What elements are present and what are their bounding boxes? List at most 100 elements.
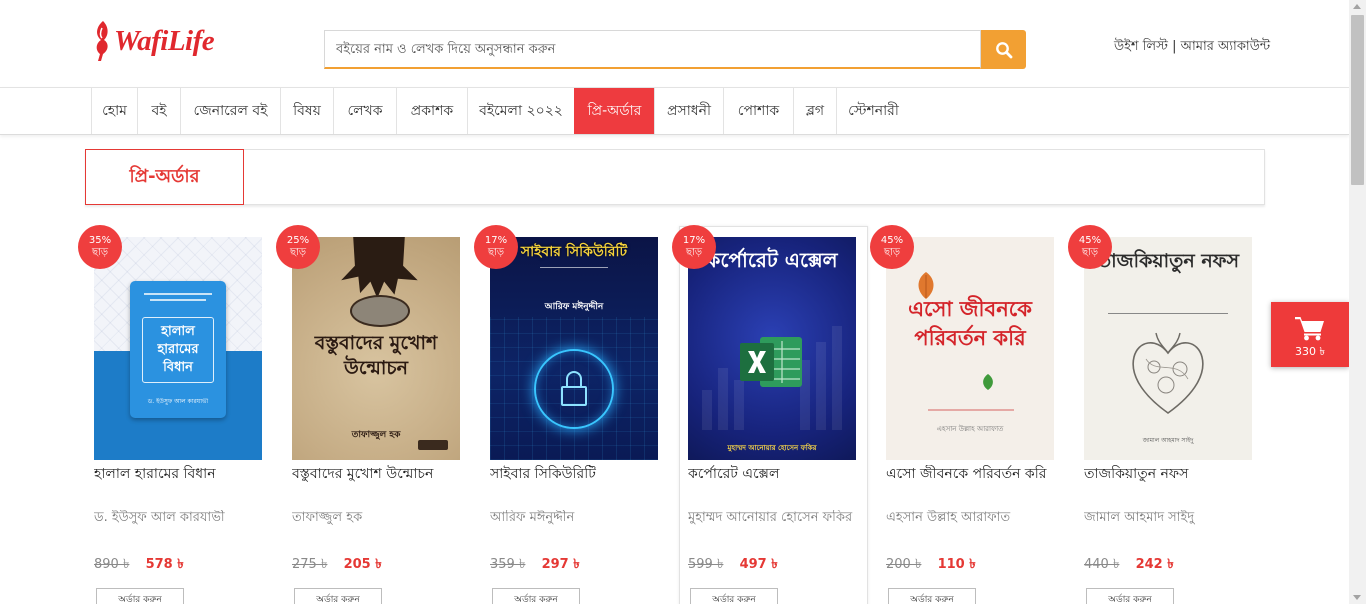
- old-price: 359 ৳: [490, 557, 526, 572]
- my-account-link[interactable]: আমার অ্যাকাউন্ট: [1181, 39, 1270, 54]
- nav-item-clothing[interactable]: পোশাক: [723, 88, 793, 134]
- logo-text: WafiLife: [114, 24, 215, 57]
- order-button[interactable]: অর্ডার করুন: [888, 588, 976, 604]
- sale-price: 497 ৳: [739, 557, 778, 572]
- product-author[interactable]: ড. ইউসুফ আল কারযাভী: [94, 510, 274, 526]
- product-card[interactable]: হালাল হারামের বিধান ড. ইউসুফ আল কারযাভী …: [78, 225, 274, 604]
- old-price: 200 ৳: [886, 557, 922, 572]
- discount-badge: 45% ছাড়: [870, 225, 914, 269]
- order-button[interactable]: অর্ডার করুন: [294, 588, 382, 604]
- discount-label: ছাড়: [685, 247, 703, 258]
- old-price: 440 ৳: [1084, 557, 1120, 572]
- product-title[interactable]: সাইবার সিকিউরিটি: [490, 465, 670, 483]
- scroll-up-arrow-icon[interactable]: [1353, 4, 1361, 9]
- nav-item-blog[interactable]: ব্লগ: [793, 88, 836, 134]
- floating-cart[interactable]: 330 ৳: [1271, 302, 1349, 367]
- search-button[interactable]: [981, 30, 1026, 69]
- discount-badge: 45% ছাড়: [1068, 225, 1112, 269]
- site-logo[interactable]: WafiLife: [92, 16, 215, 66]
- cover-chart-bar: [702, 390, 712, 430]
- order-button[interactable]: অর্ডার করুন: [96, 588, 184, 604]
- cover-author: এহসান উল্লাহ আরাফাত: [936, 425, 1004, 433]
- vertical-scrollbar[interactable]: [1349, 0, 1366, 604]
- book-cover-image[interactable]: হালাল হারামের বিধান ড. ইউসুফ আল কারযাভী: [94, 237, 262, 460]
- nav-item-cosmetics[interactable]: প্রসাধনী: [654, 88, 723, 134]
- cover-title-panel: হালাল হারামের বিধান ড. ইউসুফ আল কারযাভী: [130, 281, 226, 418]
- scrollbar-thumb[interactable]: [1351, 15, 1364, 185]
- discount-badge: 35% ছাড়: [78, 225, 122, 269]
- product-author[interactable]: জামাল আহমাদ সাইদু: [1084, 510, 1264, 526]
- book-cover-image[interactable]: তাজকিয়াতুন নফস জামাল আহমাদ সাইদু: [1084, 237, 1252, 460]
- cover-title: এসো জীবনকে পরিবর্তন করি: [908, 297, 1032, 350]
- cover-title-frame: হালাল হারামের বিধান: [142, 317, 214, 383]
- publisher-logo: [418, 440, 448, 450]
- cover-divider: [540, 267, 608, 268]
- order-button[interactable]: অর্ডার করুন: [1086, 588, 1174, 604]
- discount-label: ছাড়: [289, 247, 307, 258]
- price-row: 890 ৳ 578 ৳: [94, 556, 184, 573]
- cover-title: কর্পোরেট এক্সেল: [706, 248, 838, 272]
- cover-mask-illustration: [350, 295, 410, 327]
- product-author[interactable]: মুহাম্মদ আনোয়ার হোসেন ফকির: [688, 510, 868, 526]
- cover-chart-bar: [718, 368, 728, 430]
- nav-item-stationery[interactable]: স্টেশনারী: [836, 88, 910, 134]
- lock-icon: [534, 349, 614, 429]
- product-title[interactable]: তাজকিয়াতুন নফস: [1084, 465, 1264, 483]
- discount-percent: 17%: [484, 235, 508, 246]
- nav-item-authors[interactable]: লেখক: [333, 88, 396, 134]
- search-bar: [324, 30, 1026, 69]
- book-cover-image[interactable]: কর্পোরেট এক্সেল মুহাম্মদ আনোয়ার হোসেন ফ…: [688, 237, 856, 460]
- wishlist-link[interactable]: উইশ লিস্ট: [1114, 39, 1168, 54]
- product-author[interactable]: এহসান উল্লাহ আরাফাত: [886, 510, 1066, 526]
- discount-percent: 17%: [682, 235, 706, 246]
- discount-percent: 45%: [880, 235, 904, 246]
- discount-percent: 25%: [286, 235, 310, 246]
- cover-author: জামাল আহমাদ সাইদু: [1142, 437, 1194, 444]
- price-row: 359 ৳ 297 ৳: [490, 556, 580, 573]
- account-links: উইশ লিস্ট | আমার অ্যাকাউন্ট: [1114, 39, 1270, 55]
- discount-percent: 35%: [88, 235, 112, 246]
- old-price: 599 ৳: [688, 557, 724, 572]
- product-title[interactable]: কর্পোরেট এক্সেল: [688, 465, 868, 483]
- product-card[interactable]: তাজকিয়াতুন নফস জামাল আহমাদ সাইদু 45% ছা…: [1068, 225, 1264, 604]
- nav-item-subjects[interactable]: বিষয়: [280, 88, 333, 134]
- product-title[interactable]: বস্তুবাদের মুখোশ উন্মোচন: [292, 465, 472, 483]
- book-cover-image[interactable]: বস্তুবাদের মুখোশ উন্মোচন তাফাজ্জুল হক: [292, 237, 460, 460]
- product-title[interactable]: এসো জীবনকে পরিবর্তন করি: [886, 465, 1066, 483]
- product-card[interactable]: বস্তুবাদের মুখোশ উন্মোচন তাফাজ্জুল হক 25…: [276, 225, 472, 604]
- nav-item-books[interactable]: বই: [137, 88, 180, 134]
- order-button[interactable]: অর্ডার করুন: [492, 588, 580, 604]
- book-cover-image[interactable]: এসো জীবনকে পরিবর্তন করি এহসান উল্লাহ আরা…: [886, 237, 1054, 460]
- price-row: 599 ৳ 497 ৳: [688, 556, 778, 573]
- nav-item-pre-order[interactable]: প্রি-অর্ডার: [574, 88, 654, 134]
- nav-item-home[interactable]: হোম: [91, 88, 137, 134]
- wafilife-logo-icon: [96, 21, 108, 61]
- product-card[interactable]: এসো জীবনকে পরিবর্তন করি এহসান উল্লাহ আরা…: [870, 225, 1066, 604]
- discount-badge: 17% ছাড়: [474, 225, 518, 269]
- old-price: 890 ৳: [94, 557, 130, 572]
- product-author[interactable]: তাফাজ্জুল হক: [292, 510, 472, 526]
- search-icon: [995, 41, 1012, 58]
- discount-badge: 17% ছাড়: [672, 225, 716, 269]
- nav-item-publishers[interactable]: প্রকাশক: [396, 88, 467, 134]
- product-author[interactable]: আরিফ মঈনুদ্দীন: [490, 510, 670, 526]
- product-title[interactable]: হালাল হারামের বিধান: [94, 465, 274, 483]
- book-cover-image[interactable]: সাইবার সিকিউরিটি আরিফ মঈনুদ্দীন: [490, 237, 658, 460]
- cart-icon: [1295, 317, 1324, 341]
- price-row: 275 ৳ 205 ৳: [292, 556, 382, 573]
- sale-price: 205 ৳: [343, 557, 382, 572]
- nav-item-book-fair[interactable]: বইমেলা ২০২২: [467, 88, 574, 134]
- product-card[interactable]: সাইবার সিকিউরিটি আরিফ মঈনুদ্দীন 17% ছাড়…: [474, 225, 670, 604]
- discount-label: ছাড়: [1081, 247, 1099, 258]
- order-button[interactable]: অর্ডার করুন: [690, 588, 778, 604]
- search-input[interactable]: [324, 30, 981, 69]
- product-card[interactable]: কর্পোরেট এক্সেল মুহাম্মদ আনোয়ার হোসেন ফ…: [672, 225, 868, 604]
- old-price: 275 ৳: [292, 557, 328, 572]
- discount-label: ছাড়: [883, 247, 901, 258]
- sale-price: 297 ৳: [541, 557, 580, 572]
- cover-chart-bar: [832, 326, 842, 430]
- nav-item-general-books[interactable]: জেনারেল বই: [180, 88, 280, 134]
- cover-decor-line: [150, 299, 206, 301]
- scroll-down-arrow-icon[interactable]: [1353, 595, 1361, 600]
- cover-divider: [1108, 313, 1228, 314]
